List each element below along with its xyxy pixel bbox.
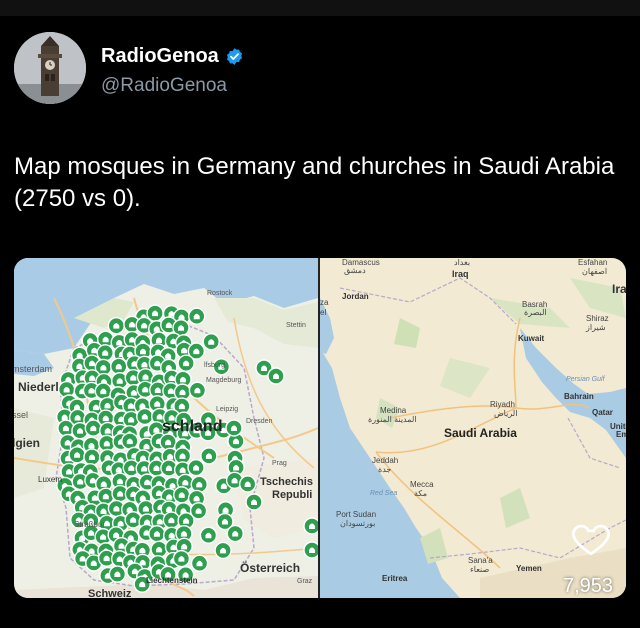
like-count: 7,953 — [563, 575, 614, 597]
mosque-marker-icon — [303, 517, 318, 535]
mosque-marker-icon — [177, 354, 195, 372]
map-label: مكة — [414, 489, 427, 498]
tweet-text: Map mosques in Germany and churches in S… — [14, 153, 615, 212]
map-label: Schweiz — [88, 588, 132, 598]
mosque-marker-icon — [83, 448, 101, 466]
map-label: Rostock — [207, 290, 233, 297]
mosque-marker-icon — [187, 458, 205, 477]
mosque-marker-icon — [84, 419, 102, 437]
map-label: بغداد — [454, 258, 471, 267]
map-label: Kuwait — [518, 334, 545, 343]
mosque-marker-icon — [202, 333, 220, 351]
clock-tower-icon — [14, 32, 86, 104]
map-label: Port Sudan — [336, 510, 377, 519]
map-label: Ira — [612, 282, 626, 296]
mosque-marker-icon — [238, 475, 257, 493]
map-label: الرياض — [494, 409, 518, 418]
map-label: Eritrea — [382, 574, 408, 583]
status-bar — [0, 0, 640, 16]
mosque-marker-icon — [68, 446, 86, 464]
map-label: Bahrain — [564, 392, 594, 401]
mosque-marker-icon — [267, 367, 285, 385]
display-name[interactable]: RadioGenoa — [101, 45, 219, 68]
map-label: Jordan — [342, 292, 369, 301]
map-label: دمشق — [344, 266, 366, 275]
mosque-marker-icon — [245, 493, 263, 511]
mosque-marker-icon — [188, 381, 207, 399]
map-label: اصفهان — [582, 267, 608, 276]
map-label: Emir — [616, 430, 626, 439]
map-label: Jeddah — [372, 456, 399, 465]
map-label: Riyadh — [490, 400, 515, 409]
map-label: صنعاء — [470, 565, 490, 574]
mosque-marker-icon — [136, 407, 154, 426]
map-label: Sana'a — [468, 556, 493, 565]
mosque-marker-icon — [121, 432, 139, 450]
map-label: Stettin — [286, 322, 306, 329]
map-label: Tschechis — [260, 476, 313, 488]
map-label: البصرة — [524, 308, 547, 317]
map-label: msterdam — [14, 364, 53, 374]
map-label: Persian Gulf — [566, 376, 605, 383]
mosque-marker-icon — [57, 419, 75, 437]
mosque-marker-icon — [200, 447, 218, 465]
map-label: Österreich — [240, 561, 301, 575]
verified-badge-icon — [226, 48, 242, 65]
map-label: Niederl — [18, 380, 59, 394]
map-label: Mecca — [410, 480, 434, 489]
map-label: شیراز — [586, 323, 606, 332]
mosque-marker-icon — [303, 541, 318, 559]
mosque-marker-icon — [150, 540, 168, 559]
mosque-marker-icon — [226, 524, 244, 543]
map-label: Shiraz — [586, 314, 609, 323]
mosque-marker-icon — [107, 316, 126, 335]
mosque-marker-icon — [190, 554, 209, 572]
mosque-marker-icon — [162, 511, 181, 529]
mosque-marker-icon — [188, 307, 206, 325]
mosque-marker-icon — [214, 541, 232, 560]
map-label: lgien — [14, 436, 41, 450]
mosque-marker-icon — [94, 382, 113, 400]
mosque-marker-icon — [108, 565, 127, 583]
tweet-media[interactable]: msterdam Niederl ssel lgien Luxem Straßb… — [14, 258, 626, 598]
mosque-marker-icon — [173, 486, 191, 504]
map-label: Saudi Arabia — [444, 426, 517, 440]
map-label: Magdeburg — [206, 377, 242, 384]
mosque-marker-icon — [148, 525, 166, 543]
map-label: بورتسودان — [340, 519, 376, 528]
map-label: جدة — [378, 465, 392, 474]
map-label: Republi — [272, 489, 313, 501]
handle[interactable]: @RadioGenoa — [101, 75, 227, 97]
mosque-marker-icon — [199, 526, 218, 544]
map-label: ssel — [14, 410, 29, 420]
map-label: Leipzig — [216, 406, 239, 413]
avatar[interactable] — [14, 32, 86, 104]
mosque-marker-icon — [172, 549, 191, 568]
germany-mosque-map: msterdam Niederl ssel lgien Luxem Straßb… — [14, 258, 318, 598]
mosque-marker-icon — [110, 357, 128, 376]
mosque-marker-icon — [96, 344, 114, 362]
mosque-marker-icon — [159, 433, 177, 451]
map-label: Esfahan — [578, 258, 608, 267]
map-label: schland — [162, 418, 223, 435]
map-label: Qatar — [592, 408, 613, 417]
author-row: RadioGenoa — [101, 45, 244, 68]
map-label: el — [320, 308, 327, 317]
map-label: Luxem — [38, 475, 63, 484]
map-label: Straßbur — [74, 520, 106, 529]
map-label: Yemen — [516, 564, 542, 573]
mosque-marker-icon — [225, 419, 243, 437]
map-label: Medina — [380, 406, 407, 415]
map-label: za — [320, 298, 329, 307]
map-label: Liechtenstein — [146, 576, 198, 585]
map-label: lfsburg — [204, 362, 226, 369]
map-label: Graz — [297, 578, 313, 585]
map-label: Dresden — [246, 418, 273, 425]
map-label: Iraq — [452, 269, 469, 279]
heart-icon[interactable] — [570, 517, 612, 559]
map-label: Red Sea — [370, 490, 398, 497]
map-label: المدينة المنورة — [368, 415, 417, 424]
map-label: Prag — [272, 460, 287, 467]
mosque-marker-icon — [190, 475, 208, 494]
